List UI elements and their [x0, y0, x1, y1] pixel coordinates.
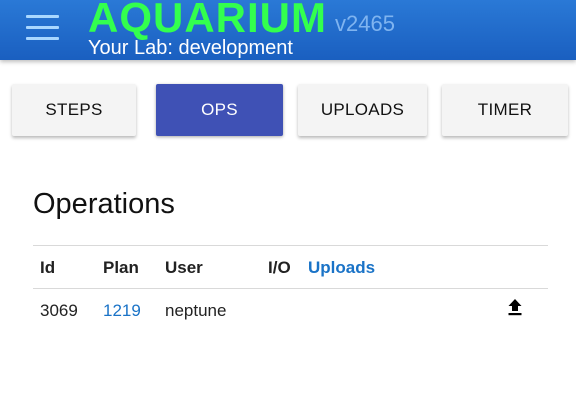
column-header-user: User — [165, 258, 203, 277]
lab-name: Your Lab: development — [88, 37, 293, 59]
table-top-divider — [33, 245, 548, 246]
upload-icon[interactable] — [507, 298, 523, 316]
column-header-id: Id — [40, 258, 56, 277]
column-header-plan: Plan — [103, 258, 139, 277]
column-header-uploads[interactable]: Uploads — [308, 257, 375, 279]
operation-id: 3069 — [40, 301, 78, 320]
plan-link[interactable]: 1219 — [103, 300, 141, 322]
tab-ops[interactable]: OPS — [156, 84, 283, 136]
hamburger-menu-icon[interactable] — [26, 15, 59, 41]
operation-user: neptune — [165, 301, 227, 320]
page-title: Operations — [33, 188, 175, 220]
tab-uploads[interactable]: UPLOADS — [298, 84, 427, 136]
column-header-io: I/O — [268, 258, 291, 277]
table-header-divider — [33, 288, 548, 289]
app-version: v2465 — [335, 11, 395, 36]
tab-steps[interactable]: STEPS — [12, 84, 136, 136]
app-header: AQUARIUM v2465 Your Lab: development — [0, 0, 576, 60]
tab-timer[interactable]: TIMER — [442, 84, 568, 136]
